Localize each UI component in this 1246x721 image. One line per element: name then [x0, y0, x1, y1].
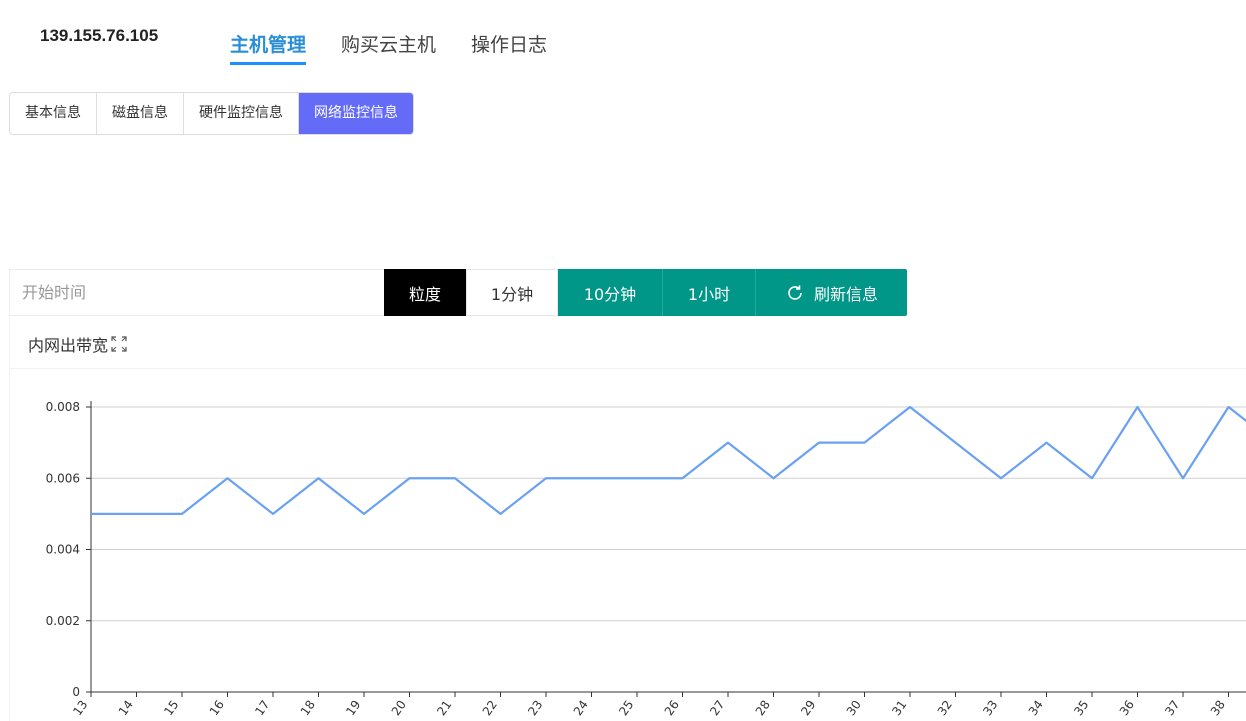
x-tick-label: 27 — [707, 698, 727, 719]
chart-panel: 内网出带宽 0 0.002 0.004 0.006 0.008 13 14 15 16 17 18 1… — [9, 318, 1246, 721]
x-tick-label: 14 — [116, 698, 136, 719]
x-tick-label: 28 — [753, 698, 773, 719]
y-tick-label: 0.008 — [46, 400, 80, 414]
nav-operation-log[interactable]: 操作日志 — [471, 30, 547, 65]
tab-hardware-monitor[interactable]: 硬件监控信息 — [184, 93, 299, 134]
y-tick-label: 0 — [72, 685, 80, 699]
x-tick-label: 36 — [1117, 698, 1137, 719]
refresh-label: 刷新信息 — [813, 284, 878, 304]
series-line — [91, 405, 1246, 515]
x-tick-label: 15 — [161, 698, 181, 719]
granularity-1min-button[interactable]: 1分钟 — [466, 269, 558, 316]
x-tick-label: 33 — [980, 698, 1000, 719]
x-tick-label: 29 — [798, 698, 818, 719]
start-time-input[interactable] — [9, 269, 384, 316]
x-tick-label: 35 — [1071, 698, 1091, 719]
x-tick-label: 31 — [889, 698, 909, 719]
x-tick-label: 32 — [935, 698, 955, 719]
granularity-1hour-button[interactable]: 1小时 — [663, 269, 756, 316]
granularity-10min-button[interactable]: 10分钟 — [558, 269, 663, 316]
x-tick-label: 24 — [571, 698, 591, 719]
x-tick-label: 23 — [525, 698, 545, 719]
x-tick-label: 34 — [1026, 698, 1046, 719]
x-tick-label: 30 — [844, 698, 864, 719]
x-tick-label: 19 — [343, 698, 363, 719]
x-tick-label: 26 — [662, 698, 682, 719]
x-tick-label: 37 — [1162, 698, 1182, 719]
host-ip-label: 139.155.76.105 — [40, 26, 159, 45]
x-tick-label: 17 — [252, 698, 272, 719]
x-tick-label: 22 — [480, 698, 500, 719]
tab-disk-info[interactable]: 磁盘信息 — [97, 93, 184, 134]
top-nav: 主机管理 购买云主机 操作日志 — [230, 30, 582, 65]
y-tick-label: 0.002 — [46, 614, 80, 628]
nav-buy-cloud-host[interactable]: 购买云主机 — [341, 30, 436, 65]
tab-basic-info[interactable]: 基本信息 — [10, 93, 97, 134]
x-tick-label: 13 — [70, 698, 90, 719]
x-tick-label: 38 — [1208, 698, 1228, 719]
x-tick-label: 21 — [434, 698, 454, 719]
bandwidth-line-chart: 0 0.002 0.004 0.006 0.008 13 14 15 16 17 18 19 20 21 2… — [46, 400, 1246, 719]
tab-network-monitor[interactable]: 网络监控信息 — [299, 93, 413, 134]
x-tick-label: 20 — [389, 698, 409, 719]
x-tick-label: 16 — [207, 698, 227, 719]
x-tick-label: 25 — [616, 698, 636, 719]
granularity-label: 粒度 — [384, 269, 466, 316]
y-tick-label: 0.006 — [46, 471, 80, 485]
sub-tab-bar: 基本信息 磁盘信息 硬件监控信息 网络监控信息 — [9, 92, 414, 135]
refresh-button[interactable]: 刷新信息 — [756, 269, 907, 316]
nav-host-management[interactable]: 主机管理 — [230, 30, 307, 65]
chart-toolbar: 粒度 1分钟 10分钟 1小时 刷新信息 — [9, 269, 907, 316]
x-tick-label: 18 — [298, 698, 318, 719]
refresh-icon — [788, 285, 802, 300]
y-tick-label: 0.004 — [46, 543, 80, 557]
